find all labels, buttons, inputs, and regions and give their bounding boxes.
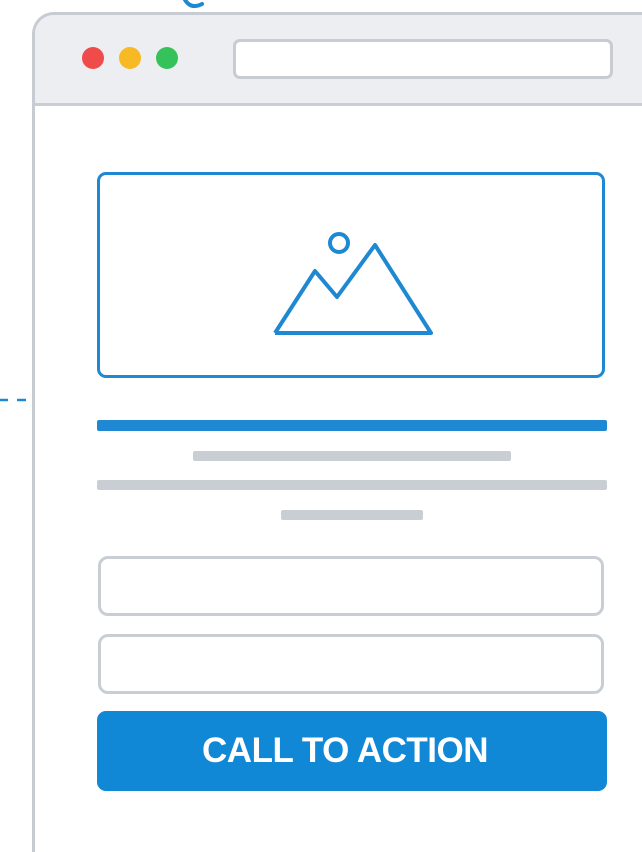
image-placeholder-icon <box>273 232 433 335</box>
form-input-1[interactable] <box>98 556 604 616</box>
browser-window: CALL TO ACTION <box>32 12 642 852</box>
canvas: CALL TO ACTION <box>0 0 642 852</box>
minimize-window-button[interactable] <box>119 47 141 69</box>
maximize-window-button[interactable] <box>156 47 178 69</box>
address-bar[interactable] <box>233 39 613 79</box>
image-placeholder <box>97 172 605 378</box>
text-line-placeholder <box>97 480 607 490</box>
text-line-placeholder <box>193 451 511 461</box>
title-bar <box>35 15 642 106</box>
close-window-button[interactable] <box>82 47 104 69</box>
form-input-2[interactable] <box>98 634 604 694</box>
dashed-connector-icon <box>0 398 26 402</box>
call-to-action-button[interactable]: CALL TO ACTION <box>97 711 607 791</box>
text-line-placeholder <box>281 510 423 520</box>
headline-placeholder <box>97 420 607 431</box>
